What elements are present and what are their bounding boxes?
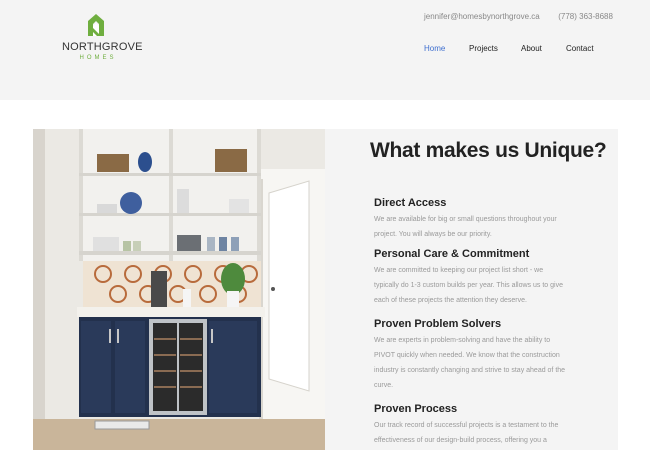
nav-contact[interactable]: Contact — [566, 44, 594, 53]
kitchen-bar-illustration — [33, 129, 325, 450]
feature-description: We are committed to keeping our project … — [374, 267, 563, 304]
section-title: What makes us Unique? — [370, 139, 607, 162]
feature-heading: Proven Problem Solvers — [374, 318, 502, 330]
main-nav: Home Projects About Contact — [0, 44, 650, 56]
feature-description: We are available for big or small questi… — [374, 216, 557, 238]
kitchen-bar-photo — [33, 129, 325, 450]
nav-home[interactable]: Home — [424, 44, 445, 53]
feature-description: We are experts in problem-solving and ha… — [374, 337, 566, 389]
contact-email[interactable]: jennifer@homesbynorthgrove.ca — [424, 12, 540, 21]
feature-heading: Personal Care & Commitment — [374, 248, 530, 260]
nav-about[interactable]: About — [521, 44, 542, 53]
nav-projects[interactable]: Projects — [469, 44, 498, 53]
feature-proven-process: Proven Process Our track record of succe… — [374, 403, 574, 448]
feature-heading: Proven Process — [374, 403, 458, 415]
contact-bar: jennifer@homesbynorthgrove.ca (778) 363-… — [424, 12, 613, 21]
feature-direct-access: Direct Access We are available for big o… — [374, 197, 574, 242]
unique-features-panel: What makes us Unique? Direct Access We a… — [325, 129, 618, 450]
feature-heading: Direct Access — [374, 197, 447, 209]
feature-personal-care: Personal Care & Commitment We are commit… — [374, 248, 574, 308]
site-header: NORTHGROVE HOMES jennifer@homesbynorthgr… — [0, 0, 650, 100]
contact-phone[interactable]: (778) 363-8688 — [558, 12, 613, 21]
house-logo-icon — [88, 14, 104, 36]
feature-description: Our track record of successful projects … — [374, 422, 559, 444]
feature-problem-solvers: Proven Problem Solvers We are experts in… — [374, 318, 574, 393]
